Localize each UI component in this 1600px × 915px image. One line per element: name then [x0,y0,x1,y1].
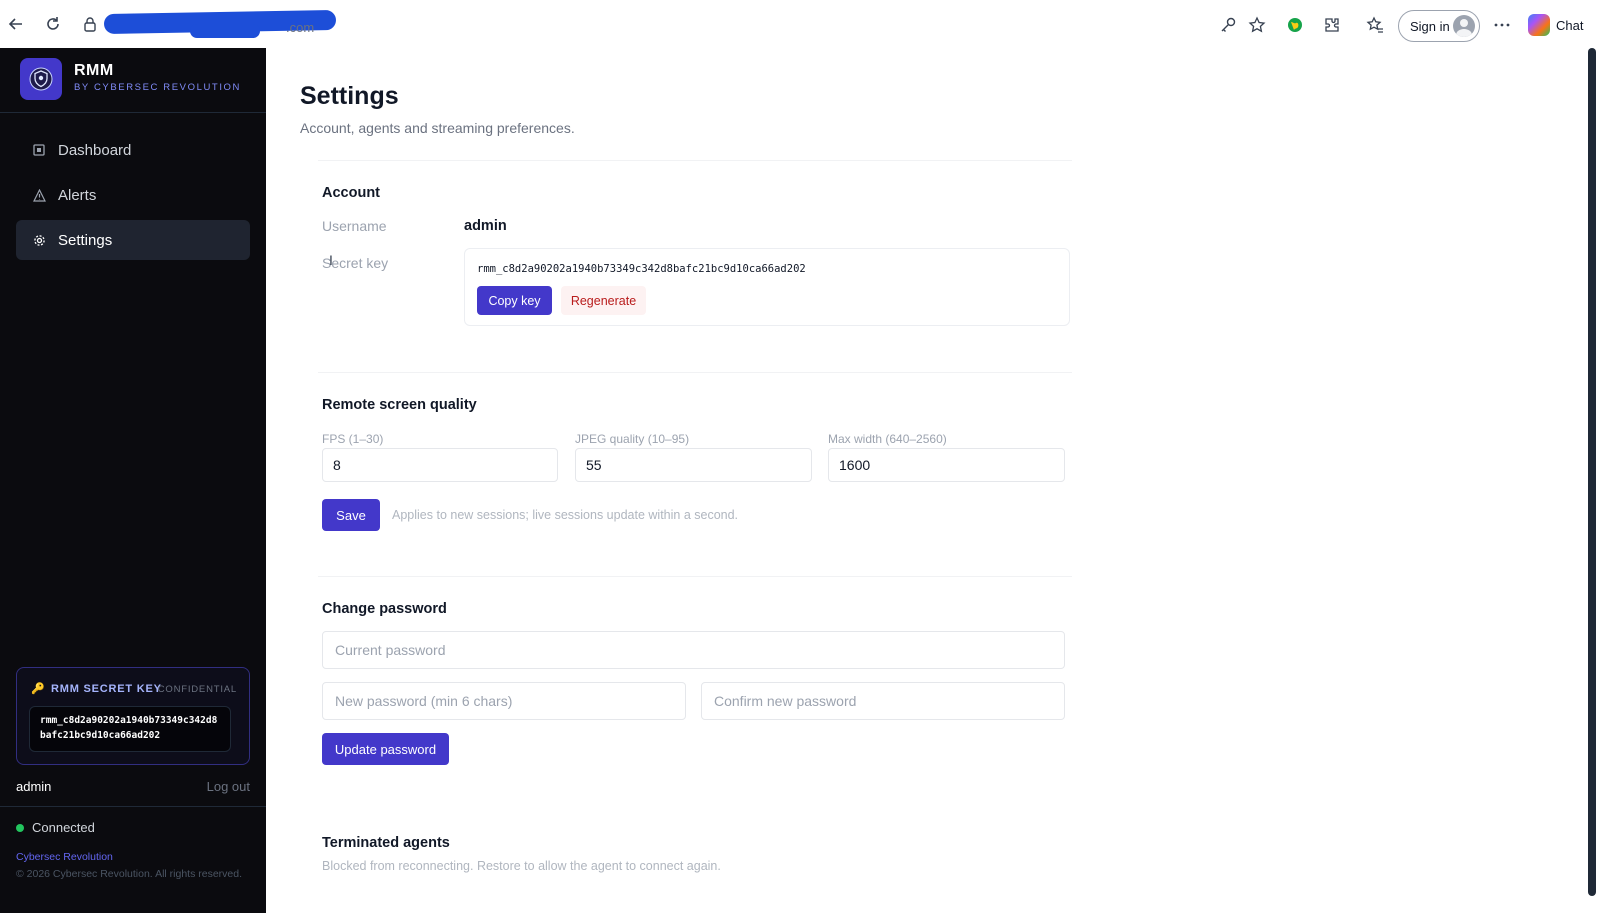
chat-label: Chat [1556,17,1584,33]
connection-status: Connected [16,820,95,835]
new-password-field[interactable]: New password (min 6 chars) [322,682,686,720]
fps-label: FPS (1–30) [322,432,384,446]
divider [318,160,1072,161]
divider [318,372,1072,373]
secret-key-panel: rmm_c8d2a90202a1940b73349c342d8bafc21bc9… [464,248,1070,326]
sidebar-item-dashboard[interactable]: Dashboard [16,130,250,170]
brand[interactable]: RMM BY CYBERSEC REVOLUTION [20,58,239,100]
divider [0,806,266,807]
gear-icon [32,233,46,247]
sign-in-button[interactable]: Sign in [1398,10,1480,42]
warning-triangle-icon [32,188,46,202]
status-dot-icon [16,823,24,832]
quality-section-title: Remote screen quality [322,397,477,413]
secret-key-card: 🔑 RMM SECRET KEY CONFIDENTIAL rmm_c8d2a9… [16,667,250,765]
username-label: Username [322,218,387,234]
save-button[interactable]: Save [322,499,380,531]
divider [318,576,1072,577]
account-section-title: Account [322,185,380,201]
more-icon[interactable] [1491,14,1513,36]
extension-globe-icon[interactable] [1284,14,1306,36]
jpeg-quality-input[interactable]: 55 [575,448,812,482]
main-content: Settings Account, agents and streaming p… [266,48,1584,913]
url-redaction [190,24,260,38]
copy-key-button[interactable]: Copy key [477,286,552,315]
secret-key-value[interactable]: rmm_c8d2a90202a1940b73349c342d8bafc21bc9… [29,706,231,752]
brand-subtitle: BY CYBERSEC REVOLUTION [74,82,242,93]
browser-toolbar: .com Sign in Chat [0,0,1600,48]
username-value: admin [464,218,507,234]
square-icon [32,143,46,157]
key-card-title: RMM SECRET KEY [51,683,162,695]
current-password-field[interactable]: Current password [322,631,1065,669]
refresh-icon[interactable] [41,12,65,36]
connection-status-label: Connected [32,820,95,835]
max-width-label: Max width (640–2560) [828,432,947,446]
favorites-icon[interactable] [1364,14,1386,36]
sidebar-item-settings[interactable]: Settings [16,220,250,260]
page-subtitle: Account, agents and streaming preference… [300,120,575,136]
divider [0,112,266,113]
quality-hint: Applies to new sessions; live sessions u… [392,508,739,522]
max-width-input[interactable]: 1600 [828,448,1065,482]
terminated-section-title: Terminated agents [322,835,450,851]
back-icon[interactable] [4,12,28,36]
shield-logo-icon [20,58,62,100]
confidential-badge: CONFIDENTIAL [157,684,237,695]
extensions-icon[interactable] [1321,14,1343,36]
chat-button[interactable]: Chat [1528,14,1583,36]
password-section-title: Change password [322,601,447,617]
current-user: admin [16,779,52,794]
brand-name: RMM [74,62,114,79]
sidebar: RMM BY CYBERSEC REVOLUTION Dashboard Ale… [0,48,266,913]
page-title: Settings [300,82,399,110]
text-cursor-icon: I [329,252,333,268]
jpeg-quality-label: JPEG quality (10–95) [575,432,690,446]
regenerate-button[interactable]: Regenerate [561,286,646,315]
lock-icon[interactable] [80,14,100,34]
terminated-subtitle: Blocked from reconnecting. Restore to al… [322,859,721,873]
org-name[interactable]: Cybersec Revolution [16,851,113,863]
logout-link[interactable]: Log out [207,779,250,794]
sidebar-item-label: Alerts [58,186,97,204]
sidebar-item-alerts[interactable]: Alerts [16,175,250,215]
key-icon[interactable] [1217,14,1239,36]
avatar-icon [1453,15,1475,37]
url-text[interactable]: .com [286,20,314,35]
update-password-button[interactable]: Update password [322,733,449,765]
confirm-password-field[interactable]: Confirm new password [701,682,1065,720]
sidebar-item-label: Settings [58,231,113,249]
copilot-icon [1528,14,1550,36]
scrollbar-thumb[interactable] [1588,48,1596,896]
fps-input[interactable]: 8 [322,448,558,482]
sidebar-item-label: Dashboard [58,141,132,159]
star-icon[interactable] [1246,14,1268,36]
sign-in-label: Sign in [1410,18,1450,34]
secret-key-value[interactable]: rmm_c8d2a90202a1940b73349c342d8bafc21bc9… [477,263,806,275]
copyright: © 2026 Cybersec Revolution. All rights r… [16,868,243,880]
key-icon: 🔑 [31,683,45,695]
